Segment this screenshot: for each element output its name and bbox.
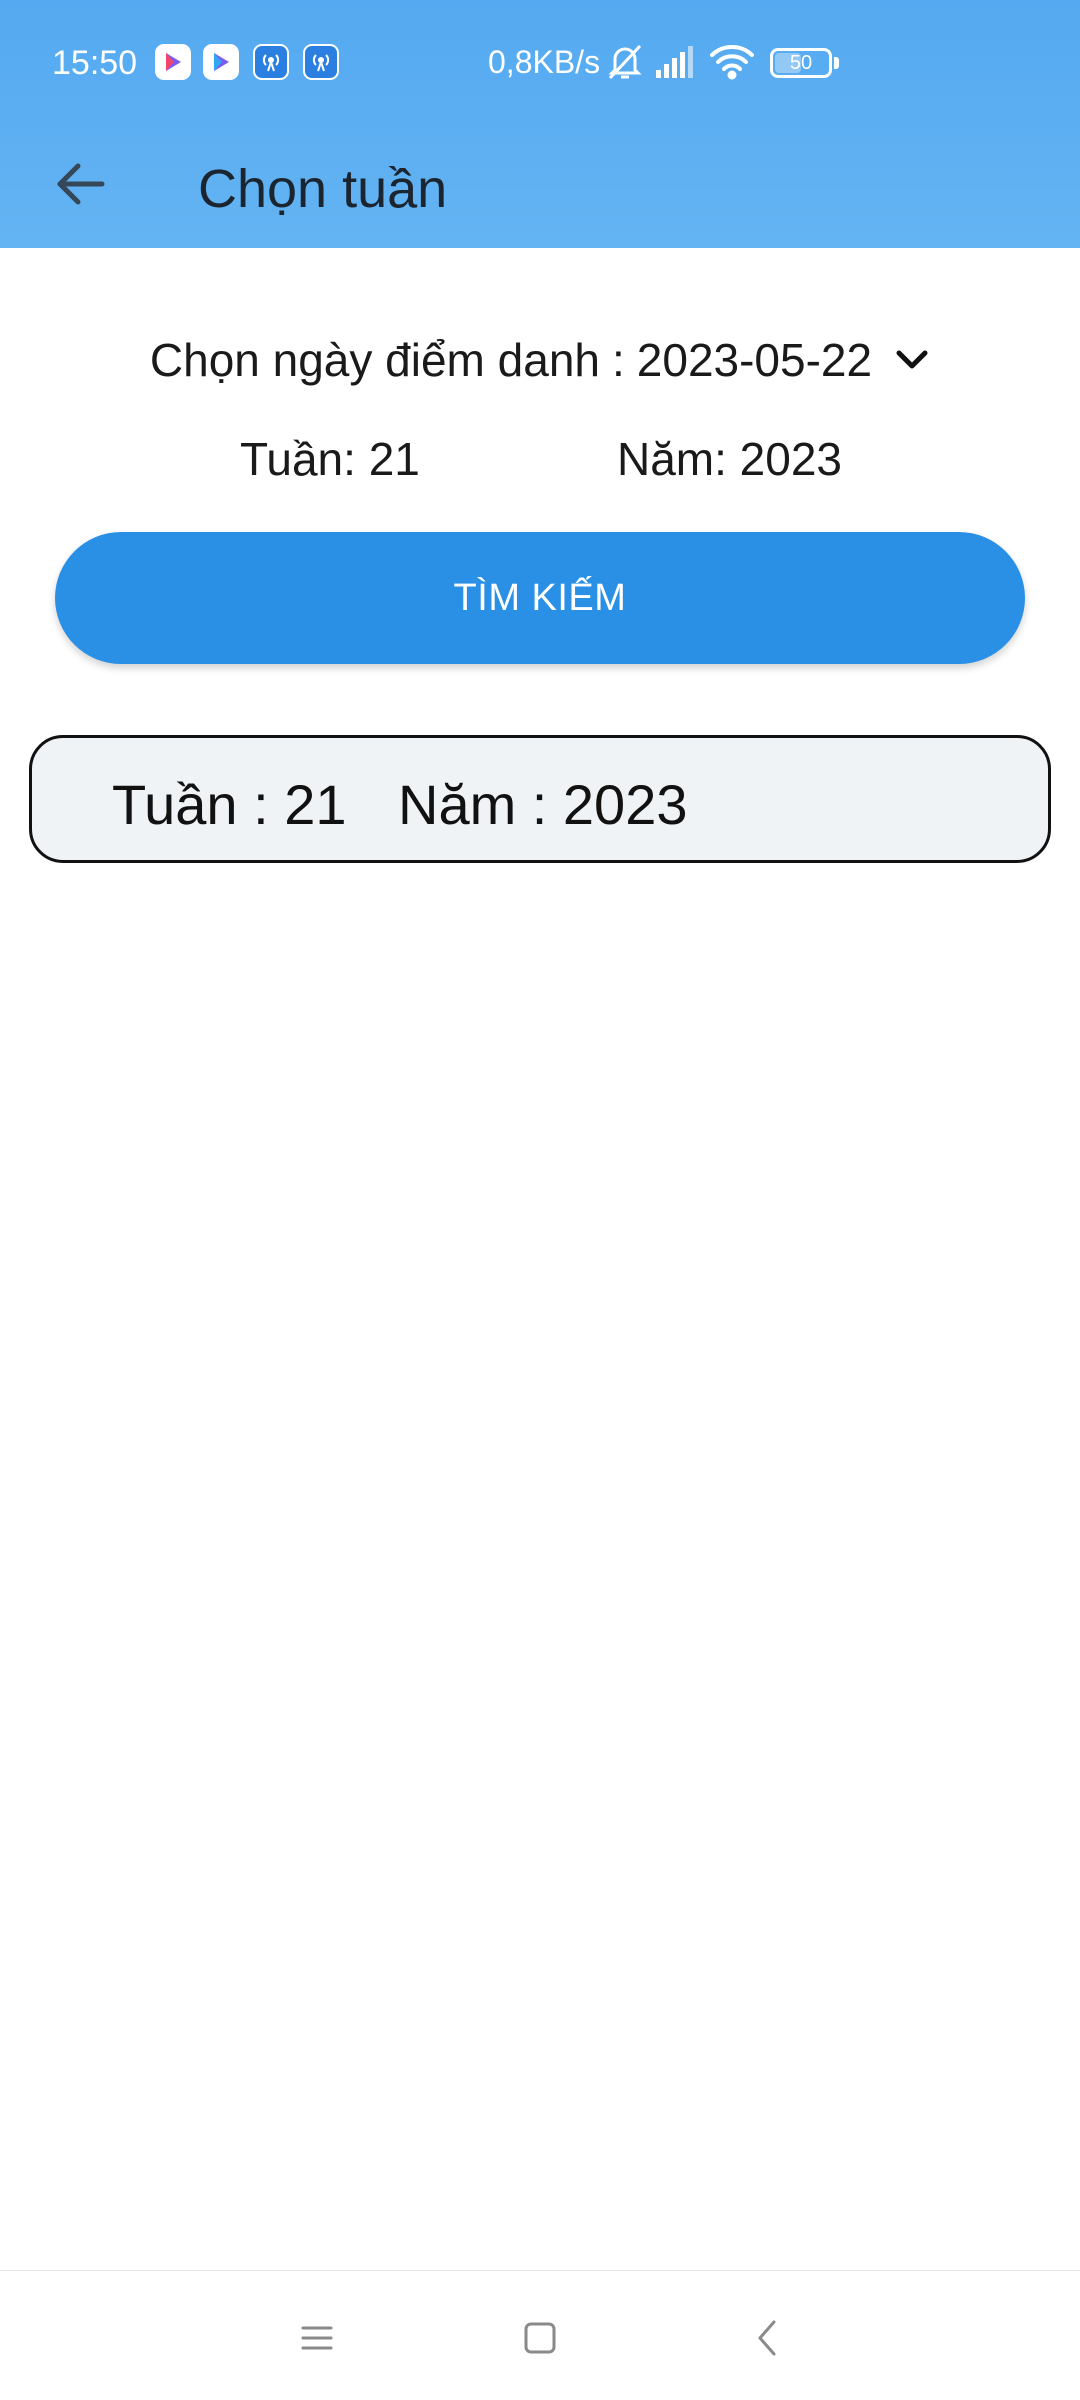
play-store-icon [155,44,191,80]
search-button-label: TÌM KIẾM [453,576,627,619]
date-picker[interactable]: Chọn ngày điểm danh : 2023-05-22 [0,330,1080,390]
back-button[interactable] [40,144,120,224]
battery-icon: 50 [770,48,832,78]
back-icon[interactable] [732,2303,802,2373]
date-picker-label: Chọn ngày điểm danh [149,334,600,386]
status-time: 15:50 [52,44,138,82]
network-speed: 0,8KB/s [488,44,601,80]
signal-icon [654,42,696,91]
arrow-left-icon [57,163,105,205]
year-label: Năm: 2023 [617,433,843,485]
chevron-down-icon[interactable] [894,348,930,372]
page-title: Chọn tuần [198,159,448,219]
result-card[interactable]: Tuần : 21 Năm : 2023 [29,735,1051,863]
status-bar: 15:50 0,8KB/s 50 [0,0,1080,130]
search-button[interactable]: TÌM KIẾM [55,532,1025,664]
result-week: Tuần : 21 [112,773,347,836]
battery-tip [834,57,839,69]
result-year: Năm : 2023 [398,773,688,836]
battery-level: 50 [789,51,813,74]
app-header: 15:50 0,8KB/s 50 Chọn tuần [0,0,1080,248]
system-nav-bar [0,2270,1080,2400]
date-picker-value: 2023-05-22 [636,334,873,386]
radio-app-icon [303,44,339,80]
play-store-icon [203,44,239,80]
bell-muted-icon [606,42,644,91]
home-icon[interactable] [505,2303,575,2373]
toolbar: Chọn tuần [0,130,1080,248]
menu-icon[interactable] [282,2303,352,2373]
date-picker-separator: : [612,334,625,386]
week-label: Tuần: 21 [240,433,420,485]
wifi-icon [708,42,756,91]
radio-app-icon [253,44,289,80]
